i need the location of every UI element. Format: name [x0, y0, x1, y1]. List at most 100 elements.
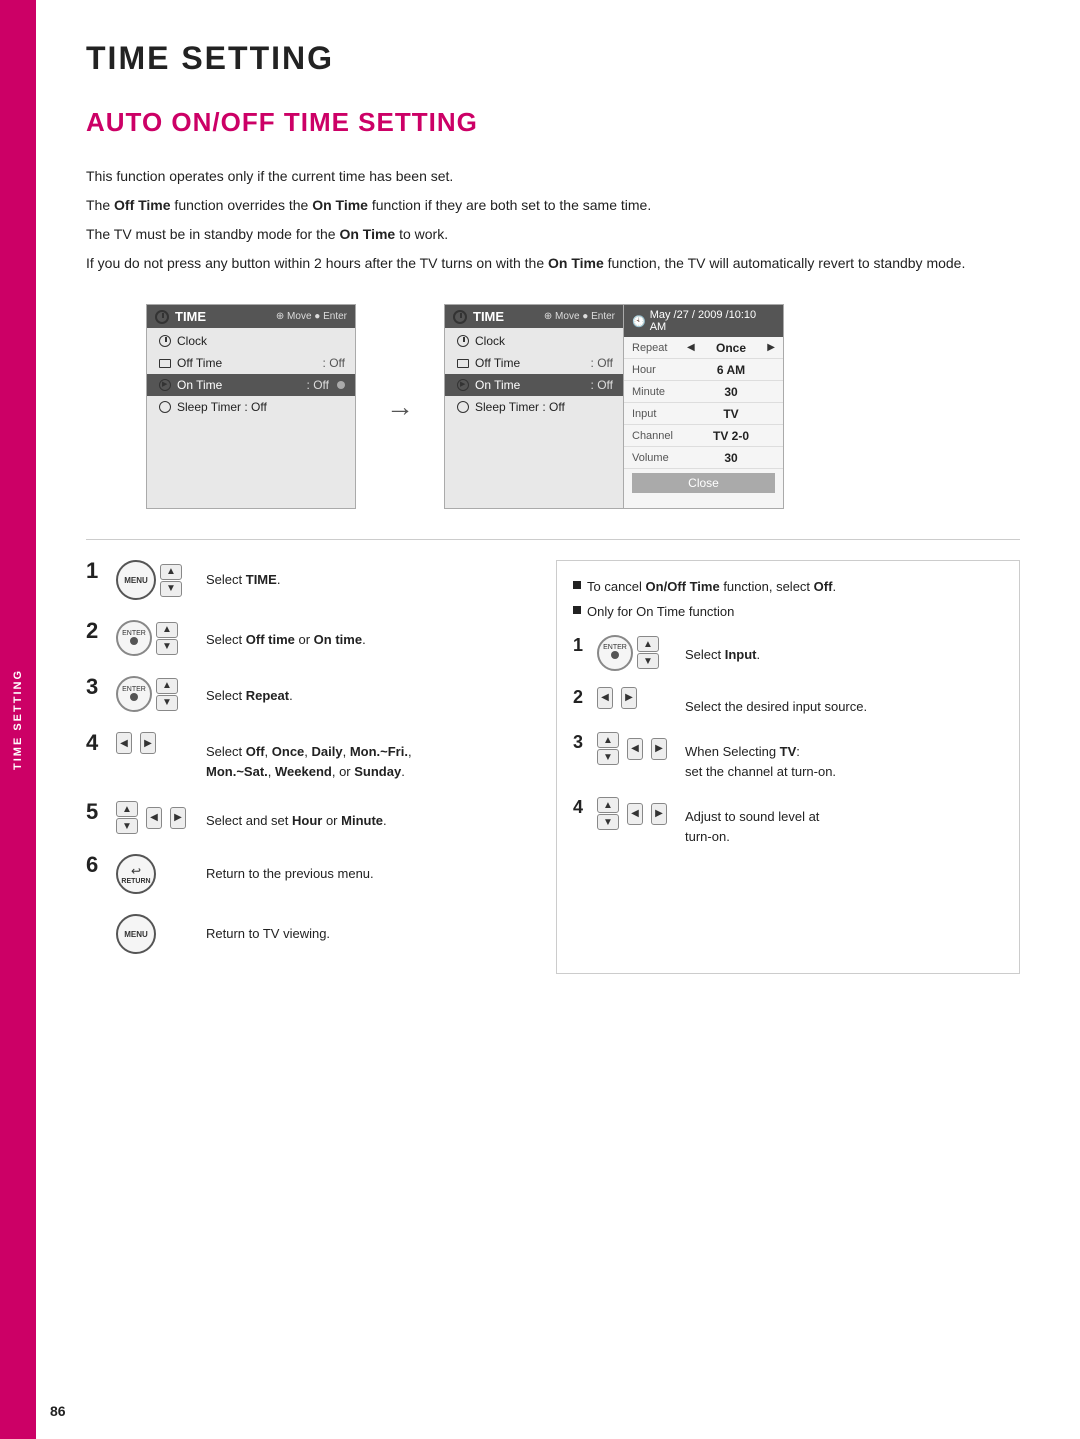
nav-lr-row-5: ◀ ▶	[146, 807, 186, 829]
right-step-1: 1 ENTER ▲ ▼ Select Input.	[573, 635, 1003, 671]
date-label: May /27 / 2009 /10:10 AM	[650, 309, 775, 333]
step-4-number: 4	[86, 732, 106, 754]
repeat-arrow-left: ◀	[687, 342, 695, 353]
step-6-icons: ↩ RETURN	[116, 854, 196, 894]
ontime-dot	[337, 381, 345, 389]
nav-down-5[interactable]: ▼	[116, 818, 138, 834]
menu-right-header: TIME ⊕ Move ● Enter	[445, 305, 623, 328]
nav-up-r3[interactable]: ▲	[597, 732, 619, 748]
nav-up-r4[interactable]: ▲	[597, 797, 619, 813]
r-extra1	[445, 418, 623, 440]
steps-left: 1 MENU ▲ ▼ Select TIME. 2	[86, 560, 516, 974]
nav-down-1[interactable]: ▼	[160, 581, 182, 597]
steps-right: To cancel On/Off Time function, select O…	[556, 560, 1020, 974]
r-offtime-lbl: Off Time	[475, 356, 587, 370]
step-7-icons: MENU	[116, 914, 196, 954]
nav-right-5[interactable]: ▶	[170, 807, 186, 829]
step-2-icons: ENTER ▲ ▼	[116, 620, 196, 656]
step-4: 4 ◀ ▶ Select Off, Once, Daily, Mon.~Fri.…	[86, 732, 516, 781]
nav-left-r4[interactable]: ◀	[627, 803, 643, 825]
menu-button-1[interactable]: MENU	[116, 560, 156, 600]
nav-ud-1: ▲ ▼	[160, 564, 182, 597]
desc-line3: The TV must be in standby mode for the O…	[86, 224, 1020, 245]
menu-button-7[interactable]: MENU	[116, 914, 156, 954]
nav-lr-row-r4: ◀ ▶	[627, 803, 667, 825]
right-step-4-icons: ▲ ▼ ◀ ▶	[597, 797, 677, 830]
enter-button-3[interactable]: ENTER	[116, 676, 152, 712]
right-step-4-text: Adjust to sound level atturn-on.	[685, 797, 1003, 846]
enter-dot-2	[130, 637, 138, 645]
hour-row: Hour 6 AM	[624, 359, 783, 381]
repeat-value: Once	[695, 341, 768, 355]
bullet-2: Only for On Time function	[573, 602, 1003, 623]
nav-down-r3[interactable]: ▼	[597, 749, 619, 765]
menu-right-panel: 🕙 May /27 / 2009 /10:10 AM Repeat ◀ Once…	[624, 304, 784, 509]
r-clock-icon-sm	[457, 335, 469, 347]
enter-button-r1[interactable]: ENTER	[597, 635, 633, 671]
nav-ud-r3: ▲ ▼	[597, 732, 619, 765]
nav-right-r4[interactable]: ▶	[651, 803, 667, 825]
menu-left-nav: ⊕ Move ● Enter	[276, 311, 347, 322]
menu-row-offtime: Off Time : Off	[147, 352, 355, 374]
nav-up-5[interactable]: ▲	[116, 801, 138, 817]
tv-icon	[159, 359, 171, 368]
ontime-row-icon	[157, 377, 173, 393]
menu-left: TIME ⊕ Move ● Enter Clock	[146, 304, 356, 509]
r-clock-icon	[455, 333, 471, 349]
nav-up-2[interactable]: ▲	[156, 622, 178, 638]
step-1: 1 MENU ▲ ▼ Select TIME.	[86, 560, 516, 600]
nav-down-2[interactable]: ▼	[156, 639, 178, 655]
enter-button-2[interactable]: ENTER	[116, 620, 152, 656]
right-step-2-icons: ◀ ▶	[597, 687, 677, 709]
repeat-arrow-right: ▶	[767, 342, 775, 353]
enter-btn-label-r1: ENTER	[603, 644, 627, 651]
clock-icon3: 🕙	[632, 315, 646, 328]
ontime-value: : Off	[307, 378, 329, 392]
menu-left-header: TIME ⊕ Move ● Enter	[147, 305, 355, 328]
nav-up-1[interactable]: ▲	[160, 564, 182, 580]
offtime-value: : Off	[323, 356, 345, 370]
close-button[interactable]: Close	[632, 473, 775, 493]
hour-value: 6 AM	[687, 363, 775, 377]
nav-down-3[interactable]: ▼	[156, 695, 178, 711]
step-6: 6 ↩ RETURN Return to the previous menu.	[86, 854, 516, 894]
nav-down-r4[interactable]: ▼	[597, 814, 619, 830]
nav-ud-r4: ▲ ▼	[597, 797, 619, 830]
nav-left-r3[interactable]: ◀	[627, 738, 643, 760]
step-1-icons: MENU ▲ ▼	[116, 560, 196, 600]
r-offtime: Off Time : Off	[445, 352, 623, 374]
nav-down-r1[interactable]: ▼	[637, 653, 659, 669]
right-step-3-num: 3	[573, 732, 589, 753]
menu-btn-label-7: MENU	[124, 930, 148, 939]
channel-label: Channel	[632, 430, 687, 442]
nav-right-r3[interactable]: ▶	[651, 738, 667, 760]
nav-right-r2[interactable]: ▶	[621, 687, 637, 709]
menu-row-clock: Clock	[147, 330, 355, 352]
nav-up-3[interactable]: ▲	[156, 678, 178, 694]
menu-right-left: TIME ⊕ Move ● Enter Clock Off Time : Off	[444, 304, 624, 509]
divider	[86, 539, 1020, 540]
r-extra2	[445, 440, 623, 462]
nav-lr-r2: ◀ ▶	[597, 687, 637, 709]
step-3-icons: ENTER ▲ ▼	[116, 676, 196, 712]
right-step-2-text: Select the desired input source.	[685, 687, 1003, 717]
input-value: TV	[687, 407, 775, 421]
bullet-square-2	[573, 606, 581, 614]
step-4-text: Select Off, Once, Daily, Mon.~Fri.,Mon.~…	[206, 732, 516, 781]
r-clock: Clock	[445, 330, 623, 352]
sidebar: TIME SETTING	[0, 0, 36, 1439]
nav-left-r2[interactable]: ◀	[597, 687, 613, 709]
nav-left-4[interactable]: ◀	[116, 732, 132, 754]
right-step-3-text: When Selecting TV:set the channel at tur…	[685, 732, 1003, 781]
nav-left-5[interactable]: ◀	[146, 807, 162, 829]
menu-right-nav: ⊕ Move ● Enter	[544, 311, 615, 322]
steps-container: 1 MENU ▲ ▼ Select TIME. 2	[86, 560, 1020, 974]
nav-right-4[interactable]: ▶	[140, 732, 156, 754]
minute-value: 30	[687, 385, 775, 399]
nav-up-r1[interactable]: ▲	[637, 636, 659, 652]
clock-icon2	[453, 310, 467, 324]
return-button[interactable]: ↩ RETURN	[116, 854, 156, 894]
step-4-icons: ◀ ▶	[116, 732, 196, 754]
menu-left-title: TIME	[175, 309, 270, 324]
right-step-1-icons: ENTER ▲ ▼	[597, 635, 677, 671]
